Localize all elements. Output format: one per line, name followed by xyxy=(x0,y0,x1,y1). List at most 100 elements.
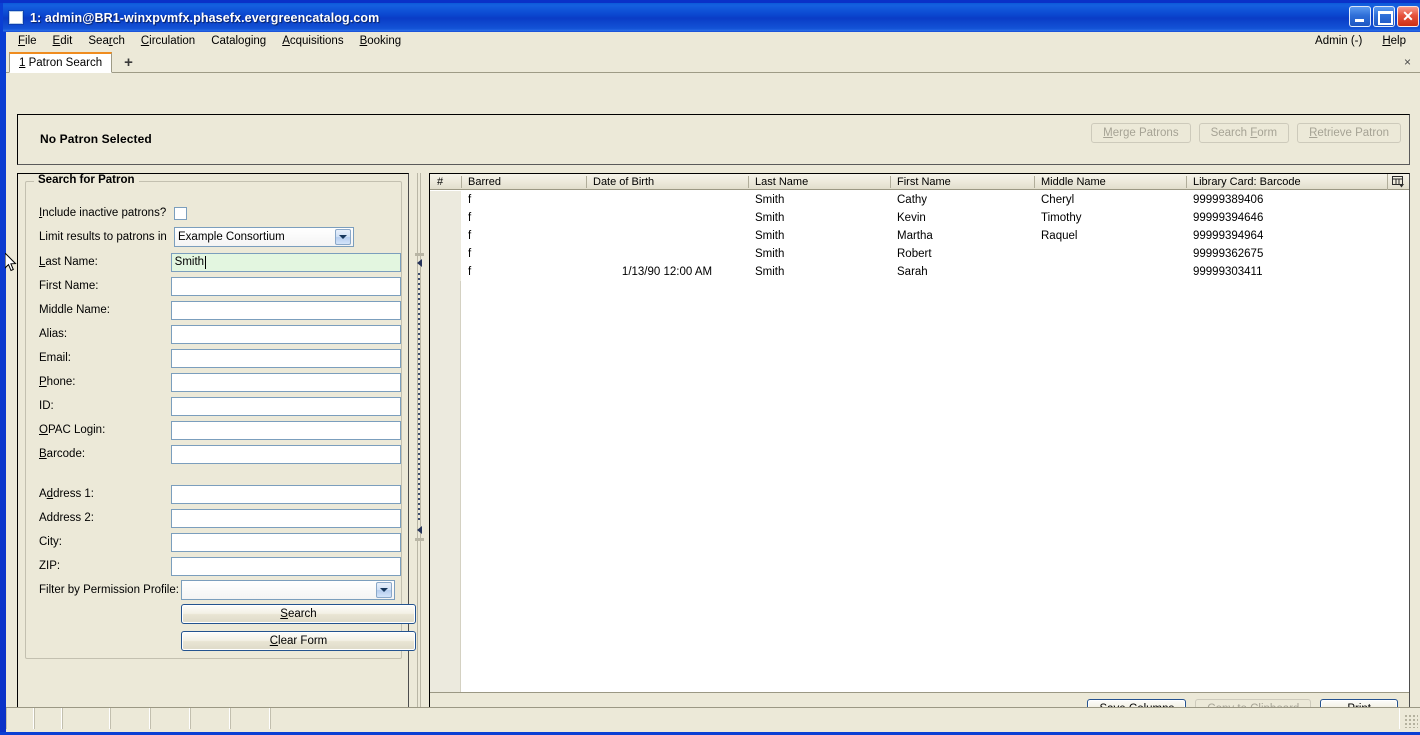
org-unit-select[interactable]: Example Consortium xyxy=(174,227,354,247)
clear-form-button[interactable]: Clear Form xyxy=(181,631,416,651)
address-1-input[interactable] xyxy=(170,484,401,504)
email-input[interactable] xyxy=(170,348,401,368)
label-middle-name: Middle Name: xyxy=(39,304,110,316)
label-address-1: Address 1: xyxy=(39,488,94,500)
label-id: ID: xyxy=(39,400,54,412)
splitter-grip[interactable] xyxy=(418,273,420,523)
table-row[interactable]: 2 f Smith Kevin Timothy 99999394646 xyxy=(430,209,1409,227)
caption-buttons: ✕ xyxy=(1349,6,1419,27)
status-cell-1 xyxy=(34,708,62,729)
phone-input[interactable] xyxy=(170,372,401,392)
cell-idx: 4 xyxy=(434,248,441,260)
tab-label: Patron Search xyxy=(28,57,103,69)
grid-column-header-last_name[interactable]: Last Name xyxy=(748,174,890,190)
collapse-left-icon-2[interactable] xyxy=(414,525,425,534)
menu-booking[interactable]: Booking xyxy=(352,34,410,48)
status-cell-6 xyxy=(230,708,270,729)
grid-column-header-barcode[interactable]: Library Card: Barcode xyxy=(1186,174,1389,190)
cell-barred: f xyxy=(468,266,472,278)
include-inactive-checkbox[interactable] xyxy=(174,206,187,220)
cell-idx: 1 xyxy=(434,194,441,206)
menu-edit[interactable]: Edit xyxy=(45,34,81,48)
menu-admin[interactable]: Admin (-) xyxy=(1305,34,1372,48)
merge-patrons-button[interactable]: Merge Patrons xyxy=(1091,123,1191,143)
cell-barcode: 99999362675 xyxy=(1193,248,1264,260)
panel-splitter[interactable] xyxy=(411,173,427,726)
label-phone: Phone: xyxy=(39,376,76,388)
grid-column-header-idx[interactable]: # xyxy=(430,174,461,190)
patron-status-label: No Patron Selected xyxy=(40,132,152,146)
window-title: 1: admin@BR1-winxpvmfx.phasefx.evergreen… xyxy=(30,10,380,25)
title-bar: 1: admin@BR1-winxpvmfx.phasefx.evergreen… xyxy=(3,3,1420,32)
menu-search[interactable]: Search xyxy=(80,34,132,48)
close-button[interactable]: ✕ xyxy=(1397,6,1419,27)
splitter-cap-bottom xyxy=(415,538,424,541)
results-grid-body[interactable]: 1 f Smith Cathy Cheryl 99999389406 2 f Smith Kevi… xyxy=(430,191,1409,692)
menu-file[interactable]: File xyxy=(10,34,45,48)
permission-profile-select[interactable] xyxy=(181,580,395,600)
table-row[interactable]: 3 f Smith Martha Raquel 99999394964 xyxy=(430,227,1409,245)
menu-circulation[interactable]: Circulation xyxy=(133,34,203,48)
label-opac-login: OPAC Login: xyxy=(39,424,106,436)
menu-bar: File Edit Search Circulation Cataloging … xyxy=(6,32,1420,51)
grid-column-header-first_name[interactable]: First Name xyxy=(890,174,1034,190)
table-row[interactable]: 5 f 1/13/90 12:00 AM Smith Sarah 99999303411 xyxy=(430,263,1409,281)
maximize-button[interactable] xyxy=(1373,6,1395,27)
new-tab-button[interactable]: + xyxy=(120,55,137,70)
grid-column-header-dob[interactable]: Date of Birth xyxy=(586,174,748,190)
menu-help[interactable]: Help xyxy=(1372,34,1416,48)
text-caret xyxy=(205,255,207,269)
cell-first_name: Kevin xyxy=(897,212,926,224)
status-bar xyxy=(6,707,1420,729)
cell-dob xyxy=(586,191,748,209)
cell-barred: f xyxy=(468,212,472,224)
opac-login-input[interactable] xyxy=(170,420,401,440)
label-last-name: Last Name: xyxy=(39,256,98,268)
table-row[interactable]: 1 f Smith Cathy Cheryl 99999389406 xyxy=(430,191,1409,209)
label-zip: ZIP: xyxy=(39,560,61,572)
barcode-input[interactable] xyxy=(170,444,401,464)
cell-first_name: Sarah xyxy=(897,266,928,278)
id-input[interactable] xyxy=(170,396,401,416)
cell-last_name: Smith xyxy=(755,194,785,206)
cell-dob xyxy=(586,209,748,227)
cell-last_name: Smith xyxy=(755,212,785,224)
cell-middle_name xyxy=(1034,245,1186,263)
resize-grip[interactable] xyxy=(1404,714,1418,728)
label-limit-results: Limit results to patrons in xyxy=(39,231,167,243)
column-picker-icon[interactable] xyxy=(1387,174,1409,190)
tab-patron-search[interactable]: 1 Patron Search xyxy=(9,52,113,73)
status-cell-2 xyxy=(62,708,110,729)
grid-column-header-barred[interactable]: Barred xyxy=(461,174,586,190)
cell-dob xyxy=(586,227,748,245)
search-for-patron-group: Search for Patron Include inactive patro… xyxy=(25,174,416,659)
chevron-down-icon xyxy=(335,229,351,245)
address-2-input[interactable] xyxy=(170,508,401,528)
city-input[interactable] xyxy=(170,532,401,552)
search-group-title: Search for Patron xyxy=(34,174,139,186)
cell-barred: f xyxy=(468,248,472,260)
last-name-input[interactable]: Smith xyxy=(170,252,401,272)
close-tab-icon[interactable]: × xyxy=(1404,55,1411,69)
org-unit-value: Example Consortium xyxy=(178,231,285,243)
cell-barcode: 99999394646 xyxy=(1193,212,1264,224)
menu-acquisitions[interactable]: Acquisitions xyxy=(274,34,351,48)
collapse-left-icon[interactable] xyxy=(414,258,425,267)
alias-input[interactable] xyxy=(170,324,401,344)
search-form-button[interactable]: Search Form xyxy=(1198,123,1290,143)
retrieve-patron-button[interactable]: Retrieve Patron xyxy=(1297,123,1401,143)
minimize-button[interactable] xyxy=(1349,6,1371,27)
label-barcode: Barcode: xyxy=(39,448,86,460)
zip-input[interactable] xyxy=(170,556,401,576)
grid-column-header-middle_name[interactable]: Middle Name xyxy=(1034,174,1186,190)
menu-cataloging[interactable]: Cataloging xyxy=(203,34,274,48)
label-email: Email: xyxy=(39,352,71,364)
cell-middle_name: Raquel xyxy=(1041,230,1078,242)
close-icon: ✕ xyxy=(1402,8,1414,24)
chevron-down-icon xyxy=(376,582,392,598)
first-name-input[interactable] xyxy=(170,276,401,296)
table-row[interactable]: 4 f Smith Robert 99999362675 xyxy=(430,245,1409,263)
cell-idx: 2 xyxy=(434,212,441,224)
middle-name-input[interactable] xyxy=(170,300,401,320)
search-button[interactable]: Search xyxy=(181,604,416,624)
